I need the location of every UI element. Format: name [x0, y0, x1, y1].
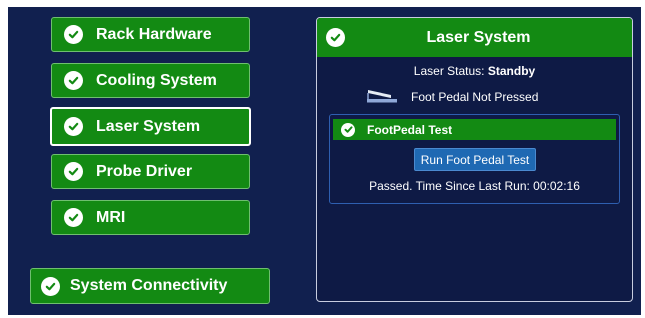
nav-probe-driver-button[interactable]: Probe Driver: [51, 154, 250, 189]
check-circle-icon: [41, 276, 60, 296]
check-circle-icon: [326, 28, 345, 47]
foot-pedal-test-header: FootPedal Test: [333, 119, 616, 140]
check-circle-icon: [64, 71, 83, 90]
nav-rack-hardware-label: Rack Hardware: [96, 25, 212, 43]
check-circle-icon: [341, 122, 355, 137]
nav-laser-system-label: Laser System: [96, 117, 201, 135]
nav-rack-hardware-button[interactable]: Rack Hardware: [51, 17, 250, 52]
nav-cooling-system-button[interactable]: Cooling System: [51, 63, 250, 98]
foot-pedal-test-title: FootPedal Test: [367, 122, 453, 137]
foot-pedal-test-box: FootPedal Test Run Foot Pedal Test Passe…: [329, 114, 620, 204]
foot-pedal-icon: [365, 86, 411, 107]
panel-title: Laser System: [426, 28, 531, 46]
system-connectivity-label: System Connectivity: [70, 277, 228, 294]
foot-pedal-status: Foot Pedal Not Pressed: [365, 86, 538, 107]
nav-mri-label: MRI: [96, 208, 126, 226]
check-circle-icon: [64, 162, 83, 181]
check-circle-icon: [64, 208, 83, 227]
system-connectivity-button[interactable]: System Connectivity: [30, 268, 270, 304]
laser-status: Laser Status: Standby: [317, 64, 632, 78]
nav-mri-button[interactable]: MRI: [51, 200, 250, 235]
laser-status-label: Laser Status:: [413, 64, 485, 78]
laser-status-value: Standby: [487, 64, 536, 78]
panel-header: Laser System: [317, 18, 632, 57]
nav-probe-driver-label: Probe Driver: [96, 162, 193, 180]
check-circle-icon: [64, 25, 83, 44]
nav-cooling-system-label: Cooling System: [96, 71, 217, 89]
check-circle-icon: [64, 117, 83, 136]
test-result-text: Passed. Time Since Last Run: 00:02:16: [369, 179, 580, 193]
nav-laser-system-button[interactable]: Laser System: [50, 107, 251, 146]
run-foot-pedal-test-button[interactable]: Run Foot Pedal Test: [414, 148, 536, 171]
foot-pedal-status-text: Foot Pedal Not Pressed: [411, 89, 539, 104]
laser-system-panel: Laser System Laser Status: Standby Foot …: [316, 17, 633, 302]
